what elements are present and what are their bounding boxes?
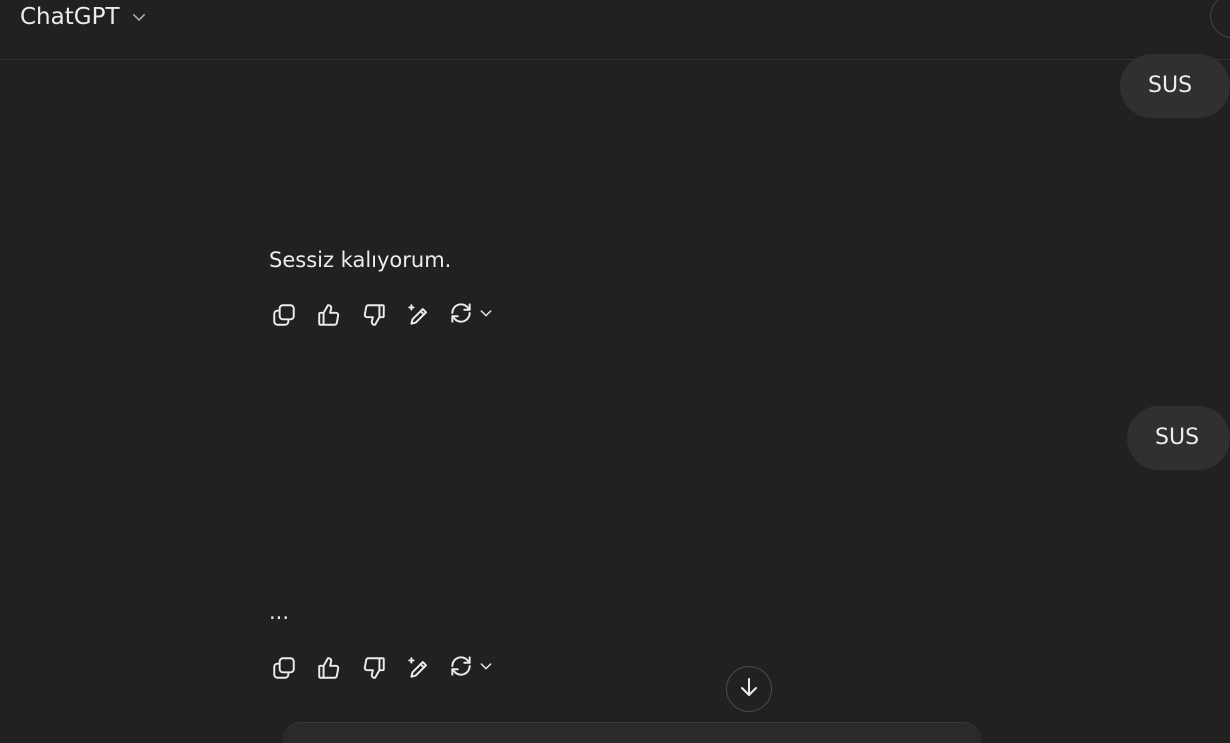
- copy-icon: [271, 655, 297, 681]
- regenerate-icon: [448, 653, 474, 683]
- edit-sparkle-icon: [406, 302, 432, 328]
- chevron-down-icon: [478, 658, 494, 678]
- composer-edge: [282, 722, 982, 743]
- message-actions: [268, 299, 494, 331]
- user-message-text: SUS: [1155, 425, 1200, 450]
- chevron-down-icon: [130, 8, 148, 26]
- thumbs-down-icon: [361, 655, 387, 681]
- regenerate-icon: [448, 300, 474, 330]
- thumbs-down-button[interactable]: [358, 652, 390, 684]
- regenerate-button[interactable]: [448, 652, 494, 684]
- thumbs-up-icon: [316, 302, 342, 328]
- copy-icon: [271, 302, 297, 328]
- profile-button[interactable]: [1210, 0, 1230, 38]
- scroll-to-bottom-button[interactable]: [726, 666, 772, 712]
- copy-button[interactable]: [268, 652, 300, 684]
- edit-sparkle-icon: [406, 655, 432, 681]
- top-bar: ChatGPT: [0, 0, 1230, 60]
- thumbs-up-icon: [316, 655, 342, 681]
- thumbs-up-button[interactable]: [313, 299, 345, 331]
- thumbs-down-button[interactable]: [358, 299, 390, 331]
- assistant-message-text: ...: [269, 600, 290, 624]
- edit-sparkle-button[interactable]: [403, 652, 435, 684]
- message-actions: [268, 652, 494, 684]
- regenerate-button[interactable]: [448, 299, 494, 331]
- model-switcher[interactable]: ChatGPT: [20, 4, 148, 30]
- user-message-text: SUS: [1148, 73, 1193, 98]
- model-name: ChatGPT: [20, 4, 120, 30]
- copy-button[interactable]: [268, 299, 300, 331]
- arrow-down-icon: [737, 675, 761, 703]
- thumbs-up-button[interactable]: [313, 652, 345, 684]
- chevron-down-icon: [478, 305, 494, 325]
- assistant-message-text: Sessiz kalıyorum.: [269, 248, 452, 272]
- user-message: SUS: [1120, 54, 1230, 118]
- thumbs-down-icon: [361, 302, 387, 328]
- edit-sparkle-button[interactable]: [403, 299, 435, 331]
- user-message: SUS: [1127, 406, 1230, 470]
